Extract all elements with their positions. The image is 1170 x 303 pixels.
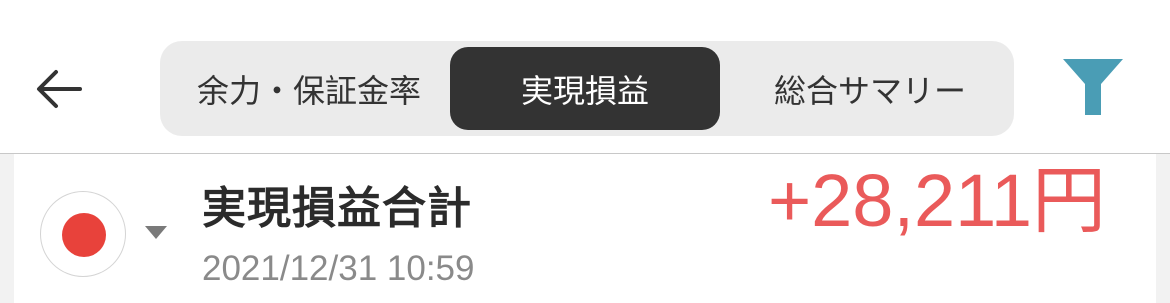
pnl-summary-card: 実現損益合計 2021/12/31 10:59 +28,211円 <box>14 154 1156 303</box>
filter-button[interactable] <box>1060 56 1126 118</box>
tab-realized-pnl[interactable]: 実現損益 <box>450 47 720 130</box>
total-pnl-title: 実現損益合計 <box>202 183 472 234</box>
market-selector[interactable] <box>40 191 126 277</box>
tab-summary[interactable]: 総合サマリー <box>730 47 1010 130</box>
tab-switcher: 余力・保証金率 実現損益 総合サマリー <box>160 41 1014 136</box>
tab-margin-rate[interactable]: 余力・保証金率 <box>168 47 450 130</box>
updated-timestamp: 2021/12/31 10:59 <box>202 249 475 288</box>
top-nav-bar: 余力・保証金率 実現損益 総合サマリー <box>0 0 1170 153</box>
japan-flag-icon <box>62 213 106 257</box>
content-area: 実現損益合計 2021/12/31 10:59 +28,211円 <box>0 154 1170 303</box>
arrow-left-icon <box>37 70 82 108</box>
back-button[interactable] <box>28 58 90 120</box>
filter-icon <box>1063 59 1123 115</box>
chevron-down-icon[interactable] <box>145 226 167 239</box>
total-pnl-amount: +28,211円 <box>767 159 1106 242</box>
